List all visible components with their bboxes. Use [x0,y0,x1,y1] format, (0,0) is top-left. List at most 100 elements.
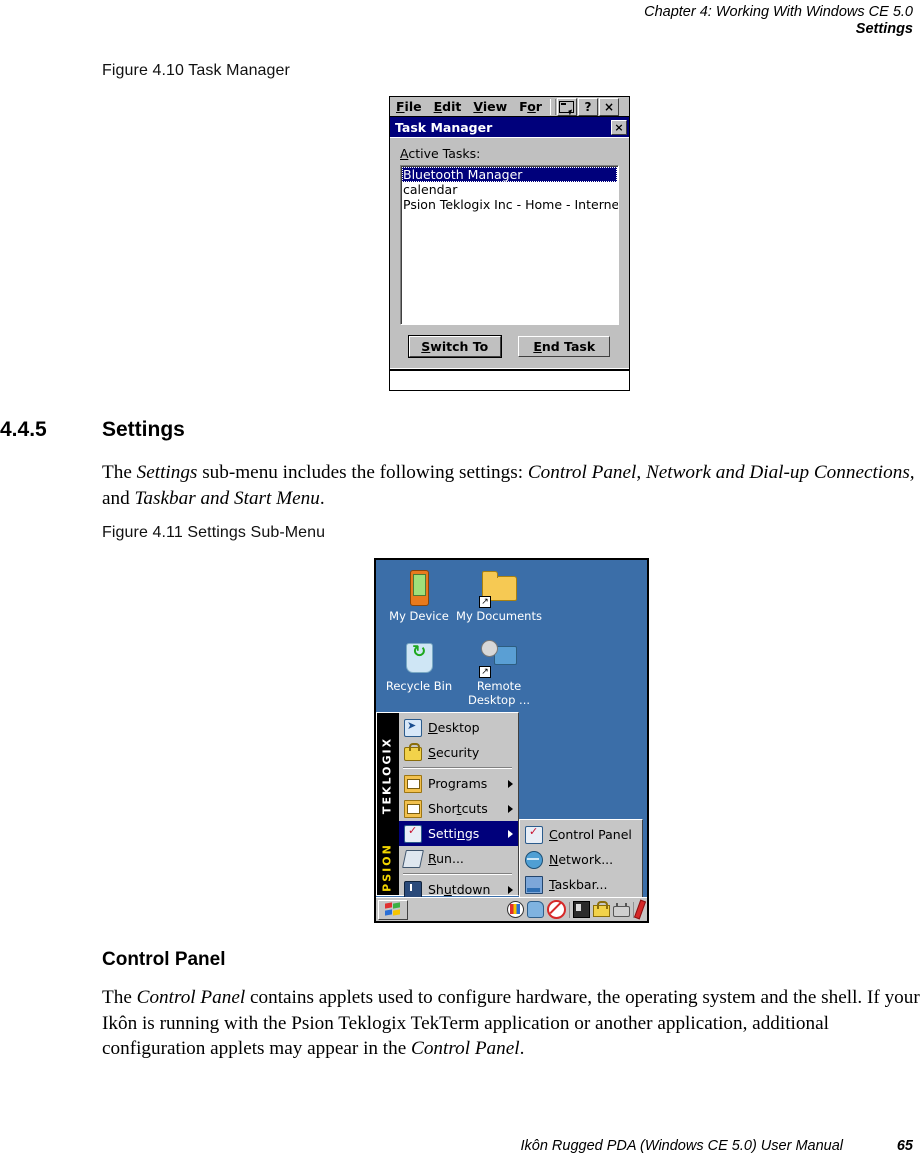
desktop-icon-label: Recycle Bin [385,679,453,693]
close-icon[interactable]: × [598,97,619,116]
section-number: 4.4.5 [0,418,47,441]
figure-4-11-caption: Figure 4.11 Settings Sub-Menu [102,524,326,541]
menu-edit[interactable]: Edit [428,99,468,114]
chevron-right-icon [508,804,513,813]
chevron-right-icon [508,829,513,838]
banner-teklogix-text: TEKLOGIX [380,736,394,815]
remote-desktop-icon: ↗ [479,638,519,678]
recycle-bin-icon [399,638,439,678]
stylus-pen-icon[interactable] [633,899,647,920]
task-manager-screenshot: File Edit View For ? × Task Manager × Ac… [389,96,630,391]
settings-paragraph: The Settings sub-menu includes the follo… [102,462,915,509]
footer-title: Ikôn Rugged PDA (Windows CE 5.0) User Ma… [520,1138,844,1154]
lock-icon [404,742,422,761]
running-head-chapter: Chapter 4: Working With Windows CE 5.0 [644,4,913,20]
display-palette-icon[interactable] [507,901,524,918]
task-manager-menubar: File Edit View For ? × [390,97,629,117]
desktop-icon-label: Remote Desktop ... [467,679,531,707]
start-menu-item-security[interactable]: Security [399,740,518,765]
list-item[interactable]: Bluetooth Manager [402,167,617,182]
network-cloud-icon[interactable] [527,901,544,918]
menu-separator [403,873,512,875]
banner-psion-text: PSION [380,843,394,892]
sip-keyboard-icon[interactable] [556,97,577,116]
subsection-heading: Control Panel [102,949,226,970]
start-button[interactable] [378,899,408,920]
menu-item-label: Control Panel [549,827,632,842]
list-item[interactable]: calendar [402,182,617,197]
start-menu-item-shortcuts[interactable]: Shortcuts [399,796,518,821]
menu-item-label: Programs [428,776,488,791]
start-menu-item-desktop[interactable]: Desktop [399,715,518,740]
active-tasks-label: Active Tasks: [400,146,481,161]
running-head-section: Settings [855,21,913,37]
shortcut-arrow-icon: ↗ [479,596,491,608]
menu-item-label: Shortcuts [428,801,488,816]
system-tray [507,899,647,920]
network-globe-icon [525,850,543,869]
page-footer: Ikôn Rugged PDA (Windows CE 5.0) User Ma… [0,1138,921,1160]
menu-item-label: Run... [428,851,464,866]
menu-item-label: Desktop [428,720,480,735]
menu-view[interactable]: View [467,99,513,114]
taskbar-icon [525,875,543,894]
programs-folder-icon [404,774,422,793]
switch-to-button[interactable]: Switch To [408,336,501,357]
submenu-item-taskbar[interactable]: Taskbar... [520,872,642,897]
tray-divider [569,901,570,918]
shortcut-arrow-icon: ↗ [479,666,491,678]
desktop-icon-my-device[interactable]: My Device [376,568,462,624]
run-icon [402,849,424,868]
start-flag-icon [385,902,401,916]
taskbar [376,897,647,921]
lock-icon[interactable] [593,901,610,917]
list-item[interactable]: Psion Teklogix Inc - Home - Internet [402,197,618,212]
settings-submenu-screenshot: My Device ↗ My Documents Recycle Bin ↗ R… [374,558,649,923]
shutdown-icon [404,880,422,899]
folder-icon: ↗ [479,568,519,608]
chevron-right-icon [508,885,513,894]
start-menu-items: Desktop Security Programs Shortcuts Sett… [399,713,518,899]
start-menu: TEKLOGIX PSION Desktop Security Programs… [376,712,519,899]
control-panel-icon [525,825,543,844]
section-title: Settings [102,418,185,441]
sip-panel-icon[interactable] [573,901,590,918]
submenu-item-network[interactable]: Network... [520,847,642,872]
task-manager-client: Active Tasks: Bluetooth Manager calendar… [390,138,629,368]
menubar-grip[interactable] [549,98,556,115]
chevron-right-icon [508,779,513,788]
psion-teklogix-banner: TEKLOGIX PSION [377,713,399,895]
task-manager-title: Task Manager [395,119,493,135]
desktop-icon [404,718,422,737]
menu-item-label: Settings [428,826,480,841]
desktop-icon-label: My Documents [456,609,542,623]
menu-item-label: Security [428,745,480,760]
desktop-icon-remote-desktop[interactable]: ↗ Remote Desktop ... [456,638,542,707]
help-button[interactable]: ? [577,97,598,116]
desktop-icon-recycle-bin[interactable]: Recycle Bin [376,638,462,694]
no-connection-icon[interactable] [547,900,566,919]
start-menu-item-settings[interactable]: Settings [399,821,518,846]
device-icon [399,568,439,608]
task-manager-titlebar: Task Manager × [390,117,629,137]
desktop-icon-my-documents[interactable]: ↗ My Documents [456,568,542,624]
start-menu-item-run[interactable]: Run... [399,846,518,871]
end-task-button[interactable]: End Task [518,336,611,357]
menu-item-label: Shutdown [428,882,491,897]
running-head: Chapter 4: Working With Windows CE 5.0 S… [644,4,913,38]
submenu-item-control-panel[interactable]: Control Panel [520,822,642,847]
menu-file[interactable]: File [390,99,428,114]
desktop-icon-label: My Device [389,609,449,623]
settings-icon [404,824,422,843]
start-menu-item-programs[interactable]: Programs [399,771,518,796]
active-tasks-list[interactable]: Bluetooth Manager calendar Psion Teklogi… [400,165,619,325]
figure-4-10-caption: Figure 4.10 Task Manager [102,62,290,79]
menu-format[interactable]: For [513,99,548,114]
power-plug-icon[interactable] [613,902,630,917]
dialog-close-icon[interactable]: × [611,119,627,135]
footer-page-number: 65 [896,1138,913,1154]
menu-separator [403,767,512,769]
menu-item-label: Network... [549,852,614,867]
shortcuts-folder-icon [404,799,422,818]
desktop-icon-area: My Device ↗ My Documents Recycle Bin ↗ R… [376,560,647,715]
